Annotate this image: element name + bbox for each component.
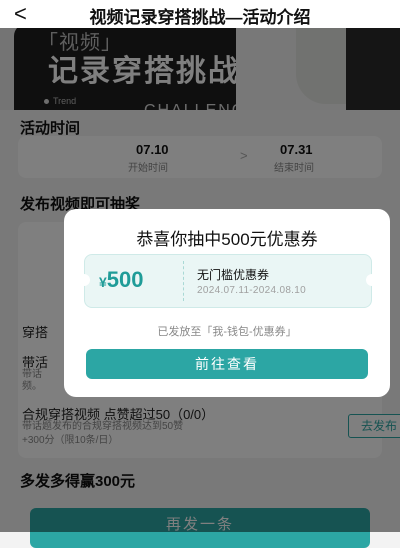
coupon-notch-right xyxy=(366,274,378,286)
coupon-value: 500 xyxy=(106,267,144,292)
currency-symbol: ¥ xyxy=(99,274,107,290)
page-title: 视频记录穿搭挑战—活动介绍 xyxy=(89,8,311,27)
coupon-name: 无门槛优惠券 xyxy=(197,268,270,282)
coupon-card: ¥500 无门槛优惠券 2024.07.11-2024.08.10 xyxy=(78,254,378,308)
coupon-notch-left xyxy=(78,274,90,286)
coupon-divider xyxy=(183,261,184,301)
dialog-note: 已发放至「我-钱包-优惠券」 xyxy=(157,326,297,338)
dialog-title: 恭喜你抽中500元优惠券 xyxy=(136,230,318,249)
view-coupon-button[interactable]: 前往查看 xyxy=(86,349,368,379)
coupon-validity: 2024.07.11-2024.08.10 xyxy=(197,285,306,296)
coupon-won-dialog: 恭喜你抽中500元优惠券 ¥500 无门槛优惠券 2024.07.11-2024… xyxy=(64,209,390,397)
coupon-amount: ¥500 xyxy=(99,267,144,293)
top-nav-bar: < 视频记录穿搭挑战—活动介绍 xyxy=(0,0,400,28)
